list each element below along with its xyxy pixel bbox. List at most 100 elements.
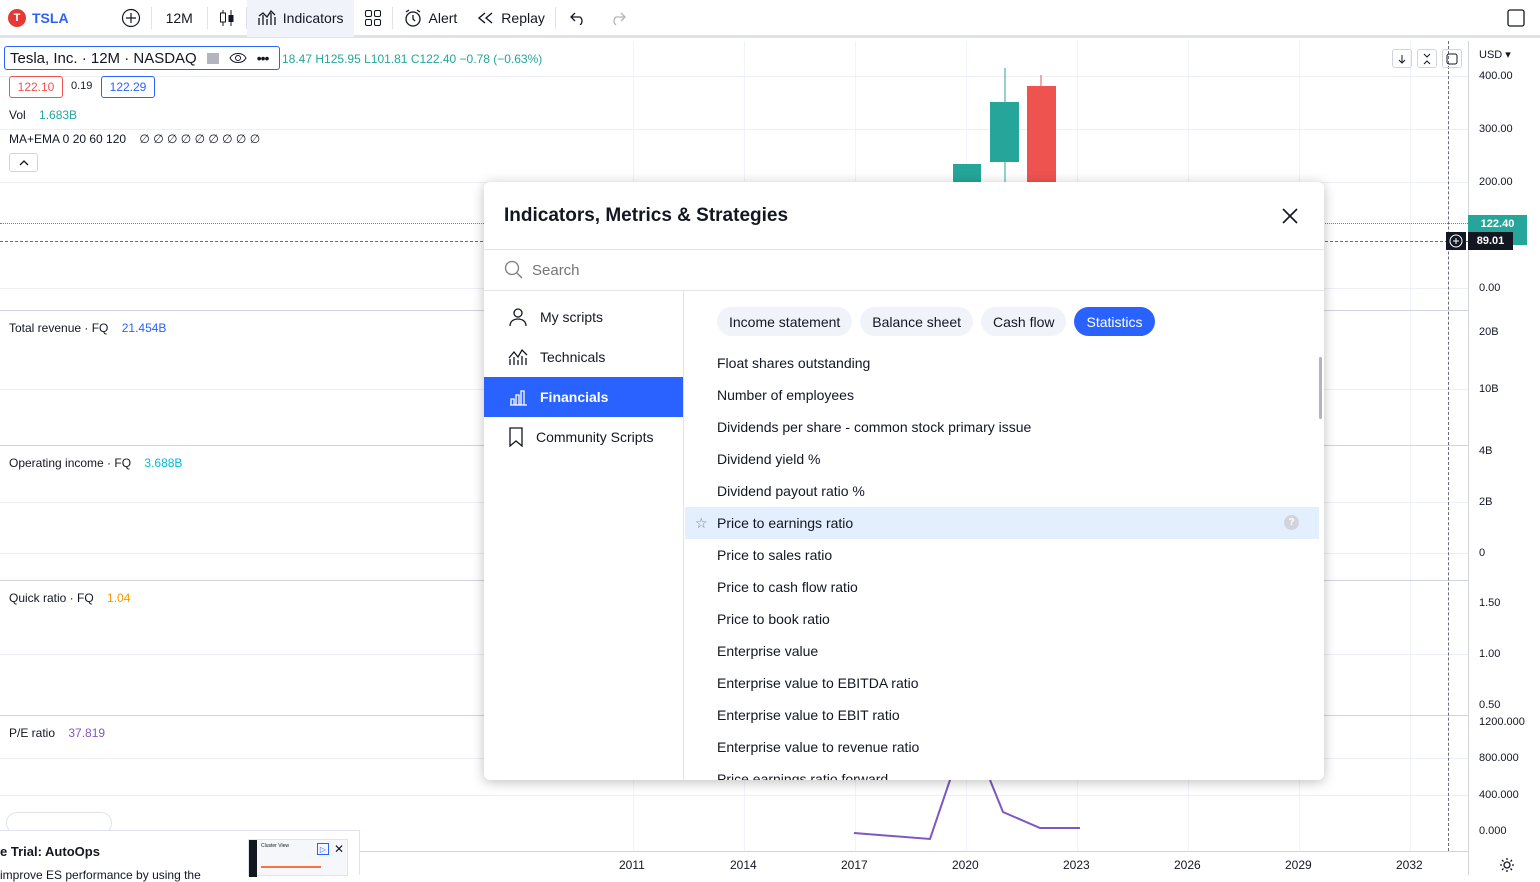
tab-income-statement[interactable]: Income statement bbox=[717, 307, 853, 336]
list-item-label: Enterprise value to revenue ratio bbox=[717, 739, 920, 755]
sidebar-item-label: Community Scripts bbox=[536, 429, 654, 445]
quick-ratio-tick: 1.00 bbox=[1479, 648, 1501, 660]
list-item[interactable]: Price to cash flow ratio bbox=[685, 571, 1319, 603]
indicators-button[interactable]: Indicators bbox=[246, 0, 354, 37]
ohlc-low: L101.81 bbox=[364, 52, 408, 66]
list-scrollbar[interactable] bbox=[1319, 357, 1322, 419]
ad-close-button[interactable]: ✕ bbox=[332, 842, 346, 856]
more-icon[interactable]: ••• bbox=[257, 50, 270, 66]
pe-ratio-legend[interactable]: P/E ratio 37.819 bbox=[9, 726, 105, 740]
list-item[interactable]: Price to sales ratio bbox=[685, 539, 1319, 571]
list-item-label: Enterprise value bbox=[717, 643, 819, 659]
add-symbol-button[interactable] bbox=[111, 0, 151, 37]
alert-button[interactable]: Alert bbox=[393, 0, 468, 37]
time-tick: 2023 bbox=[1063, 858, 1090, 872]
maximize-pane-button[interactable] bbox=[1442, 49, 1462, 68]
tab-balance-sheet[interactable]: Balance sheet bbox=[860, 307, 974, 336]
collapse-icon bbox=[1423, 53, 1431, 64]
quick-ratio-label: Quick ratio · FQ bbox=[9, 591, 94, 605]
layouts-button[interactable] bbox=[354, 0, 392, 37]
grid-line bbox=[0, 129, 1468, 130]
eye-icon[interactable] bbox=[229, 52, 247, 64]
tab-cash-flow[interactable]: Cash flow bbox=[981, 307, 1067, 336]
sidebar-item-label: My scripts bbox=[540, 309, 603, 325]
chart-settings-button[interactable] bbox=[1498, 856, 1516, 874]
move-down-button[interactable] bbox=[1392, 49, 1412, 68]
indicators-dialog: Indicators, Metrics & Strategies My scri… bbox=[484, 182, 1324, 780]
quick-ratio-value: 1.04 bbox=[107, 591, 131, 605]
quick-ratio-legend[interactable]: Quick ratio · FQ 1.04 bbox=[9, 591, 130, 605]
ohlc-change: −0.78 (−0.63%) bbox=[459, 52, 543, 66]
grid-line bbox=[0, 795, 1468, 796]
search-input[interactable] bbox=[532, 261, 1132, 279]
sidebar-item-community-scripts[interactable]: Community Scripts bbox=[484, 417, 683, 457]
ohlc-close: C122.40 bbox=[410, 52, 457, 66]
list-item[interactable]: Dividend yield % bbox=[685, 443, 1319, 475]
bid-price[interactable]: 122.10 bbox=[9, 76, 63, 98]
star-icon[interactable]: ☆ bbox=[695, 515, 708, 532]
sidebar-item-technicals[interactable]: Technicals bbox=[484, 337, 683, 377]
ad-thumb-bar bbox=[249, 840, 257, 877]
last-price-label-tail bbox=[1513, 232, 1527, 245]
list-item[interactable]: Enterprise value to EBIT ratio bbox=[685, 699, 1319, 731]
list-item[interactable]: Price to book ratio bbox=[685, 603, 1319, 635]
bookmark-icon bbox=[509, 427, 523, 447]
list-item[interactable]: Enterprise value bbox=[685, 635, 1319, 667]
help-icon[interactable]: ? bbox=[1284, 515, 1299, 530]
sidebar-item-my-scripts[interactable]: My scripts bbox=[484, 297, 683, 337]
add-alert-button[interactable] bbox=[1446, 232, 1466, 250]
list-item[interactable]: Enterprise value to EBITDA ratio bbox=[685, 667, 1319, 699]
revenue-legend[interactable]: Total revenue · FQ 21.454B bbox=[9, 321, 166, 335]
ma-label: MA+EMA 0 20 60 120 bbox=[9, 132, 127, 146]
bar-chart-icon bbox=[510, 390, 527, 406]
symbol-title-box[interactable]: Tesla, Inc. · 12M · NASDAQ ••• bbox=[4, 46, 280, 70]
ma-legend[interactable]: MA+EMA 0 20 60 120 ∅ ∅ ∅ ∅ ∅ ∅ ∅ ∅ ∅ bbox=[9, 132, 260, 146]
crosshair-price-label: 89.01 bbox=[1468, 232, 1513, 250]
price-scale[interactable]: USD ▾ 400.00 300.00 200.00 0.00 20B 10B … bbox=[1468, 41, 1540, 875]
spread-value: 0.19 bbox=[71, 80, 93, 92]
close-dialog-button[interactable] bbox=[1276, 202, 1304, 230]
indicators-label: Indicators bbox=[282, 9, 344, 26]
last-price-label: 122.40 bbox=[1468, 215, 1527, 232]
top-toolbar: T TSLA 12M Indicators Alert Replay bbox=[0, 0, 1540, 38]
chart-type-button[interactable] bbox=[208, 0, 246, 37]
volume-legend[interactable]: Vol 1.683B bbox=[9, 108, 77, 122]
list-item[interactable]: Price earnings ratio forward bbox=[685, 763, 1319, 780]
category-tabs: Income statement Balance sheet Cash flow… bbox=[717, 307, 1155, 336]
opincome-legend[interactable]: Operating income · FQ 3.688B bbox=[9, 456, 182, 470]
flag-icon[interactable] bbox=[206, 52, 219, 64]
list-item-highlighted[interactable]: ☆ Price to earnings ratio ? bbox=[685, 507, 1319, 539]
alert-label: Alert bbox=[428, 9, 458, 26]
sidebar-item-financials[interactable]: Financials bbox=[484, 377, 683, 417]
undo-icon bbox=[569, 12, 583, 25]
list-item[interactable]: Dividend payout ratio % bbox=[685, 475, 1319, 507]
replay-button[interactable]: Replay bbox=[467, 0, 555, 37]
candle bbox=[1027, 86, 1056, 190]
collapse-pane-button[interactable] bbox=[1417, 49, 1437, 68]
ad-thumb-graph bbox=[261, 866, 321, 868]
list-item[interactable]: Enterprise value to revenue ratio bbox=[685, 731, 1319, 763]
list-item[interactable]: Dividends per share - common stock prima… bbox=[685, 411, 1319, 443]
currency-selector[interactable]: USD ▾ bbox=[1479, 48, 1511, 61]
tab-statistics[interactable]: Statistics bbox=[1074, 307, 1155, 336]
search-bar[interactable] bbox=[484, 250, 1324, 291]
time-tick: 2029 bbox=[1285, 858, 1312, 872]
list-item[interactable]: Number of employees bbox=[685, 379, 1319, 411]
price-candles bbox=[953, 68, 1056, 190]
list-item-label: Price earnings ratio forward bbox=[717, 771, 889, 780]
ask-price[interactable]: 122.29 bbox=[101, 76, 155, 98]
candles-icon bbox=[219, 9, 234, 26]
price-tick: 400.00 bbox=[1479, 70, 1513, 82]
undo-button[interactable] bbox=[556, 0, 600, 37]
ad-title: e Trial: AutoOps bbox=[0, 844, 100, 859]
collapse-legend-button[interactable] bbox=[9, 153, 38, 172]
close-icon bbox=[1282, 207, 1298, 224]
list-item[interactable]: Float shares outstanding bbox=[685, 347, 1319, 379]
symbol-button[interactable]: T TSLA bbox=[0, 0, 79, 37]
ohlc-open: 18.47 bbox=[282, 52, 313, 66]
ad-choices-icon[interactable]: ▷ bbox=[317, 843, 329, 855]
redo-button[interactable] bbox=[600, 0, 636, 37]
ad-banner[interactable]: e Trial: AutoOps improve ES performance … bbox=[0, 830, 360, 882]
fullscreen-button[interactable] bbox=[1496, 0, 1536, 37]
interval-button[interactable]: 12M bbox=[152, 0, 207, 37]
